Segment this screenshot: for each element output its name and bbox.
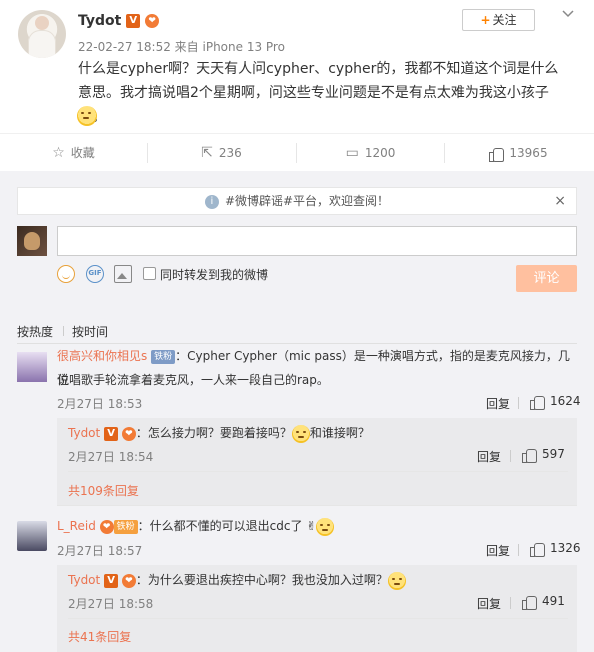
sort-by-time[interactable]: 按时间 [72, 323, 108, 340]
reply-button[interactable]: 回复 [486, 395, 510, 412]
chevron-down-icon[interactable] [561, 7, 577, 23]
emoji-picker-icon[interactable] [57, 265, 75, 283]
rumor-notice: i #微博辟谣#平台，欢迎查阅！ × [17, 187, 577, 215]
favorite-button[interactable]: ☆ 收藏 [0, 134, 147, 172]
sub-comment-box: Tydot V ❤ ：怎么接力啊？要跑着接吗？ 和谁接啊？ 2月27日 18:54 … [57, 418, 577, 506]
emoji-icon [387, 571, 406, 590]
reply-button[interactable]: 回复 [477, 595, 501, 612]
sub-comment-box: Tydot V ❤ ：为什么要退出疾控中心啊？我也没加入过啊？ 2月27日 18:… [57, 565, 577, 652]
verified-icon: V [104, 573, 119, 588]
star-icon: ☆ [52, 145, 65, 161]
emoji-icon [316, 517, 335, 536]
thumbs-up-icon [522, 448, 537, 463]
more-replies-link[interactable]: 共109条回复 [68, 482, 139, 499]
follow-button[interactable]: + 关注 [462, 9, 535, 31]
fan-heart-icon: ❤ [121, 573, 136, 588]
comment-body: L_Reid ❤ 铁粉 ：什么都不懂的可以退出cdc了 ✌ [57, 514, 577, 538]
sort-by-hot[interactable]: 按热度 [17, 323, 53, 340]
more-replies-link[interactable]: 共41条回复 [68, 628, 131, 645]
author-avatar[interactable] [18, 10, 66, 58]
comment-time: 2月27日 18:57 [57, 544, 143, 558]
commenter-avatar[interactable] [17, 521, 47, 551]
divider [518, 544, 519, 556]
author-name[interactable]: Tydot [78, 13, 121, 29]
sub-comment-time: 2月27日 18:58 [68, 597, 154, 611]
sub-comment-text: ：怎么接力啊？要跑着接吗？ [135, 426, 292, 440]
comment-text: ：什么都不懂的可以退出cdc了 [137, 519, 303, 533]
sub-comment-like-button[interactable]: 597 [522, 447, 565, 463]
submit-comment-button[interactable]: 评论 [516, 265, 577, 292]
victory-hand-icon: ✌ [306, 519, 317, 533]
follow-label: 关注 [492, 13, 517, 27]
sub-comment-body: Tydot V ❤ ：怎么接力啊？要跑着接吗？ 和谁接啊？ [68, 421, 568, 445]
post-action-bar: ☆ 收藏 ⇱ 236 ▭ 1200 13965 [0, 133, 594, 171]
sub-comment-text: ：为什么要退出疾控中心啊？我也没加入过啊？ [135, 573, 388, 587]
comment-like-count: 1624 [550, 394, 581, 408]
emoji-icon [291, 424, 310, 443]
fan-heart-icon: ❤ [99, 519, 114, 534]
repost-checkbox-label[interactable]: 同时转发到我的微博 [160, 266, 268, 283]
reply-button[interactable]: 回复 [486, 542, 510, 559]
plus-icon: + [480, 13, 491, 27]
comment-count: 1200 [364, 146, 396, 160]
thumbs-up-icon [489, 147, 505, 162]
sub-comment-time: 2月27日 18:54 [68, 450, 154, 464]
like-count: 13965 [509, 146, 548, 160]
sub-commenter-name[interactable]: Tydot [68, 426, 100, 440]
repost-button[interactable]: ⇱ 236 [148, 134, 295, 172]
info-icon: i [204, 194, 219, 209]
repost-icon: ⇱ [201, 145, 213, 161]
commenter-avatar[interactable] [17, 352, 47, 382]
divider [510, 450, 511, 462]
commenter-name[interactable]: 很高兴和你相见s [57, 349, 147, 363]
sub-comment-like-count: 597 [542, 447, 565, 461]
comment-icon: ▭ [345, 145, 359, 161]
post-meta: 22-02-27 18:52 来自 iPhone 13 Pro [78, 40, 285, 54]
comment-input[interactable] [57, 226, 577, 256]
divider [63, 326, 64, 336]
sub-comment-text-after: 和谁接啊？ [309, 426, 370, 440]
thumbs-up-icon [530, 395, 545, 410]
sub-comment-like-count: 491 [542, 594, 565, 608]
post-card: Tydot V ❤ 22-02-27 18:52 来自 iPhone 13 Pr… [0, 0, 594, 133]
gif-icon[interactable]: GIF [86, 265, 104, 283]
divider [510, 597, 511, 609]
comment-button[interactable]: ▭ 1200 [297, 134, 444, 172]
repost-checkbox[interactable] [143, 267, 156, 280]
thumbs-up-icon [522, 595, 537, 610]
close-icon[interactable]: × [554, 188, 566, 214]
fan-heart-icon: ❤ [145, 14, 160, 28]
reply-button[interactable]: 回复 [477, 448, 501, 465]
author-name-row: Tydot V ❤ [78, 13, 160, 29]
favorite-label: 收藏 [70, 146, 95, 160]
emoji-icon [77, 106, 97, 126]
sub-comment-body: Tydot V ❤ ：为什么要退出疾控中心啊？我也没加入过啊？ [68, 568, 568, 592]
sub-comment-like-button[interactable]: 491 [522, 594, 565, 610]
fan-heart-icon: ❤ [121, 426, 136, 441]
iron-fan-badge: 铁粉 [113, 519, 138, 534]
post-text: 什么是cypher啊？天天有人问cypher、cypher的，我都不知道这个词是… [78, 61, 559, 125]
divider [68, 618, 568, 619]
sub-commenter-name[interactable]: Tydot [68, 573, 100, 587]
divider [57, 505, 577, 506]
comment-like-count: 1326 [550, 541, 581, 555]
like-button[interactable]: 13965 [445, 134, 592, 172]
divider [68, 471, 568, 472]
divider [518, 397, 519, 409]
comment-like-button[interactable]: 1326 [530, 541, 581, 557]
comment-time: 2月27日 18:53 [57, 397, 143, 411]
comments-panel: i #微博辟谣#平台，欢迎查阅！ × GIF 同时转发到我的微博 评论 按热度 按… [0, 171, 594, 652]
my-avatar [17, 226, 47, 256]
commenter-name[interactable]: L_Reid [57, 519, 96, 533]
verified-icon: V [104, 426, 119, 441]
notice-text[interactable]: #微博辟谣#平台，欢迎查阅！ [225, 194, 389, 208]
image-upload-icon[interactable] [114, 265, 132, 283]
fan-badge: 铁粉 [151, 349, 176, 364]
verified-icon: V [126, 14, 141, 28]
thumbs-up-icon [530, 542, 545, 557]
repost-count: 236 [218, 146, 242, 160]
comment-like-button[interactable]: 1624 [530, 394, 581, 410]
comment-text-continued: 说唱歌手轮流拿着麦克风，一人来一段自己的rap。 [57, 373, 329, 387]
